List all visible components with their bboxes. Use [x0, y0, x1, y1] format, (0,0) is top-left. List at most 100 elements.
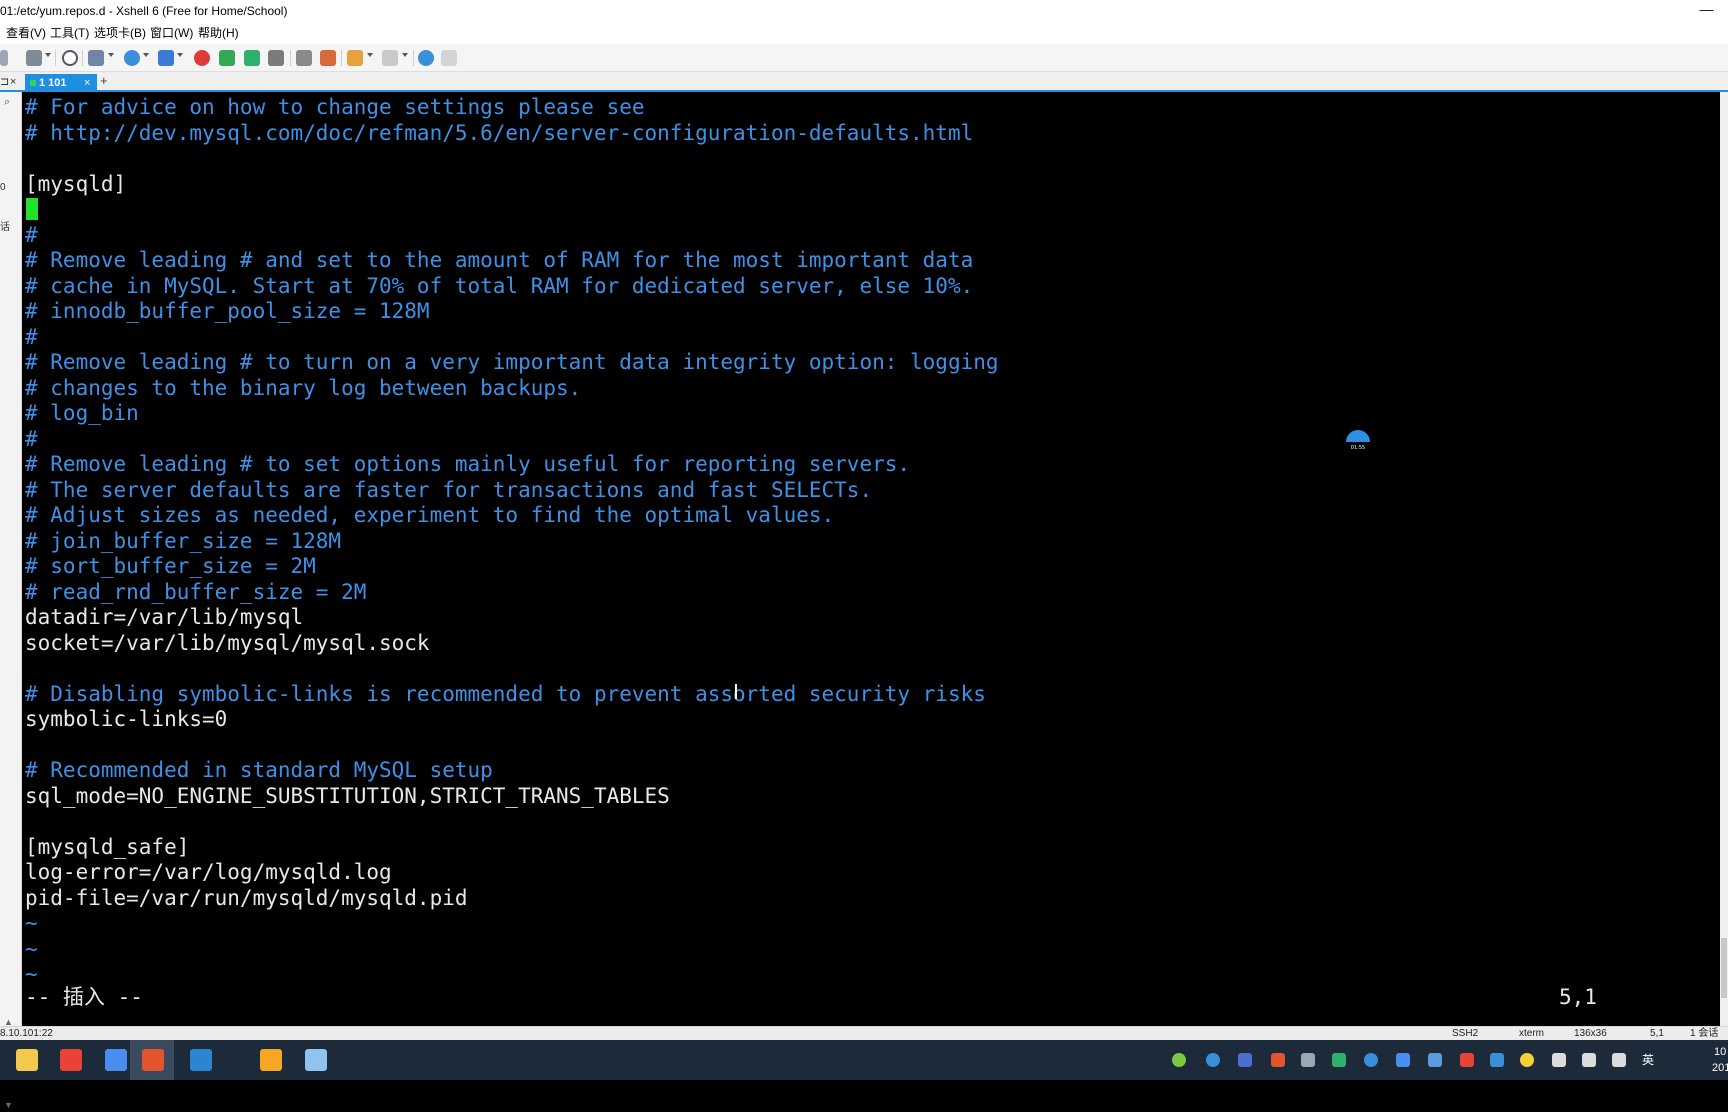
sftp-icon[interactable] — [88, 50, 104, 66]
vim-mode-indicator: -- 插入 -- — [25, 985, 143, 1009]
tray-bluetooth-icon[interactable] — [1428, 1053, 1442, 1067]
windows-taskbar: 英 10 201 — [0, 1040, 1728, 1080]
menu-help[interactable]: 帮助(H) — [196, 22, 241, 44]
tab-session-101[interactable]: 1 101 × — [25, 74, 97, 92]
tray-battery-icon[interactable] — [1552, 1053, 1566, 1067]
taskbar-app-notepad[interactable] — [293, 1040, 337, 1080]
feishu-icon — [105, 1049, 127, 1071]
menu-window[interactable]: 窗口(W) — [148, 22, 195, 44]
tray-nvidia-icon[interactable] — [1332, 1053, 1346, 1067]
terminal-line: ~ — [25, 936, 38, 961]
scroll-down-icon[interactable]: ▼ — [4, 1100, 18, 1112]
terminal-line: # sort_buffer_size = 2M — [25, 554, 316, 578]
pin-icon[interactable]: ⊐ — [0, 74, 10, 90]
lock-icon[interactable] — [268, 50, 284, 66]
tray-sb-icon[interactable] — [1396, 1053, 1410, 1067]
keyboard-icon[interactable] — [296, 50, 312, 66]
status-terminal-size: 136x36 — [1574, 1028, 1607, 1039]
terminal-line: # The server defaults are faster for tra… — [25, 477, 873, 502]
box-icon — [260, 1049, 282, 1071]
help-icon[interactable] — [418, 50, 434, 66]
terminal-line: # — [25, 426, 38, 451]
tray-xshell-icon[interactable] — [1271, 1053, 1285, 1067]
reconnect-icon[interactable] — [0, 50, 8, 66]
tab-close-icon[interactable]: × — [84, 74, 90, 92]
xshell-icon — [142, 1049, 164, 1071]
search-icon[interactable]: ⌕ — [4, 96, 18, 110]
taskbar-app-chrome[interactable] — [48, 1040, 92, 1080]
timer-label: 01:55 — [1351, 445, 1365, 451]
mouse-ibeam-icon: I — [733, 680, 739, 704]
tray-bluetooth2-icon[interactable] — [1490, 1053, 1504, 1067]
terminal-line: [mysqld_safe] — [25, 834, 190, 859]
scrollbar-thumb[interactable] — [1721, 938, 1727, 998]
taskbar-app-file-explorer[interactable] — [4, 1040, 48, 1080]
taskbar-app-vscode[interactable] — [178, 1040, 222, 1080]
status-terminal-type: xterm — [1519, 1028, 1544, 1039]
terminal-line: # http://dev.mysql.com/doc/refman/5.6/en… — [25, 120, 974, 145]
terminal-line: # innodb_buffer_pool_size = 128M — [25, 299, 430, 323]
search-icon[interactable] — [62, 50, 78, 66]
connected-icon — [30, 80, 36, 86]
script-icon[interactable] — [219, 50, 235, 66]
terminal-line: # Remove leading # and set to the amount… — [25, 248, 974, 272]
add-tab-button[interactable]: + — [100, 73, 114, 89]
layout-icon[interactable] — [382, 50, 398, 66]
tab-strip: ⊐ × 1 101 × + — [0, 72, 1728, 92]
new-session-icon[interactable] — [26, 50, 42, 66]
terminal-line: ~ — [25, 962, 38, 986]
menu-bar: 查看(V) 工具(T) 选项卡(B) 窗口(W) 帮助(H) — [0, 22, 1728, 44]
menu-tools[interactable]: 工具(T) — [48, 22, 91, 44]
terminal-line: # Disabling symbolic-links is recommende… — [25, 681, 986, 706]
terminal-view[interactable]: # For advice on how to change settings p… — [22, 92, 1720, 1026]
terminal-scrollbar[interactable] — [1720, 92, 1728, 1026]
status-cursor: 5,1 — [1650, 1028, 1664, 1039]
terminal-line: ~ — [25, 911, 38, 935]
tray-add-icon[interactable] — [1520, 1053, 1534, 1067]
terminal-line: # cache in MySQL. Start at 70% of total … — [25, 273, 974, 298]
chat-icon[interactable] — [441, 50, 457, 66]
transfer-icon[interactable] — [347, 50, 363, 66]
terminal-line: symbolic-links=0 — [25, 707, 228, 731]
terminal-line: # join_buffer_size = 128M — [25, 528, 342, 553]
clock-time[interactable]: 10 — [1714, 1046, 1726, 1058]
tray-g-icon[interactable] — [1364, 1053, 1378, 1067]
file-explorer-icon — [16, 1049, 38, 1071]
terminal-line: # log_bin — [25, 401, 139, 425]
tray-app-icon[interactable] — [1460, 1053, 1474, 1067]
network-icon[interactable] — [1582, 1053, 1596, 1067]
panel-close-icon[interactable]: × — [10, 74, 22, 90]
clock-date[interactable]: 201 — [1712, 1062, 1728, 1074]
taskbar-app-xshell[interactable] — [130, 1040, 174, 1080]
fullscreen-icon[interactable] — [244, 50, 260, 66]
terminal-line: pid-file=/var/run/mysqld/mysqld.pid — [25, 885, 468, 910]
record-icon[interactable] — [194, 50, 210, 66]
vim-cursor-position: 5,1 — [1559, 985, 1597, 1009]
taskbar-app-box[interactable] — [248, 1040, 292, 1080]
compose-icon[interactable] — [320, 50, 336, 66]
volume-icon[interactable] — [1612, 1053, 1626, 1067]
terminal-line: # read_rnd_buffer_size = 2M — [25, 579, 367, 604]
panel-text: 话 — [0, 222, 10, 233]
panel-text: 0 — [0, 182, 6, 193]
tray-sync-icon[interactable] — [1206, 1053, 1220, 1067]
terminal-line: # — [25, 222, 38, 247]
text-cursor — [26, 198, 38, 220]
ime-indicator[interactable]: 英 — [1642, 1051, 1654, 1068]
font-icon[interactable] — [158, 50, 174, 66]
tray-map-icon[interactable] — [1172, 1053, 1186, 1067]
terminal-line: # Remove leading # to turn on a very imp… — [25, 350, 999, 374]
status-protocol: SSH2 — [1452, 1028, 1479, 1039]
session-panel: ⌕ 0 话 ▲ ▼ — [0, 92, 22, 1110]
menu-view[interactable]: 查看(V) — [4, 22, 48, 44]
terminal-line: [mysqld] — [25, 171, 127, 196]
menu-tabs[interactable]: 选项卡(B) — [92, 22, 148, 44]
terminal-line: # Adjust sizes as needed, experiment to … — [25, 503, 835, 527]
recording-timer-icon[interactable]: 01:55 — [1345, 428, 1371, 454]
tray-copy-icon[interactable] — [1301, 1053, 1315, 1067]
minimize-button[interactable]: — — [1685, 0, 1728, 22]
globe-icon[interactable] — [124, 50, 140, 66]
terminal-line: # changes to the binary log between back… — [25, 375, 582, 400]
terminal-line: # — [25, 324, 38, 349]
tray-vpn-icon[interactable] — [1238, 1053, 1252, 1067]
